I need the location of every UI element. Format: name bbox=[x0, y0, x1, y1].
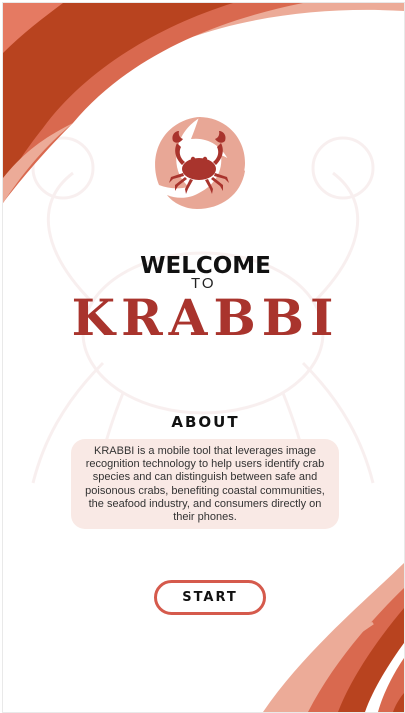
welcome-screen: WELCOME TO KRABBI ABOUT KRABBI is a mobi… bbox=[2, 2, 405, 713]
start-button-label: START bbox=[182, 590, 238, 605]
about-description: KRABBI is a mobile tool that leverages i… bbox=[71, 439, 339, 529]
bottom-right-waves bbox=[263, 563, 404, 712]
about-heading: ABOUT bbox=[171, 413, 240, 431]
crab-logo bbox=[155, 117, 245, 209]
brand-name: KRABBI bbox=[71, 288, 340, 347]
crab-icon bbox=[169, 131, 229, 194]
start-button[interactable]: START bbox=[154, 580, 266, 615]
